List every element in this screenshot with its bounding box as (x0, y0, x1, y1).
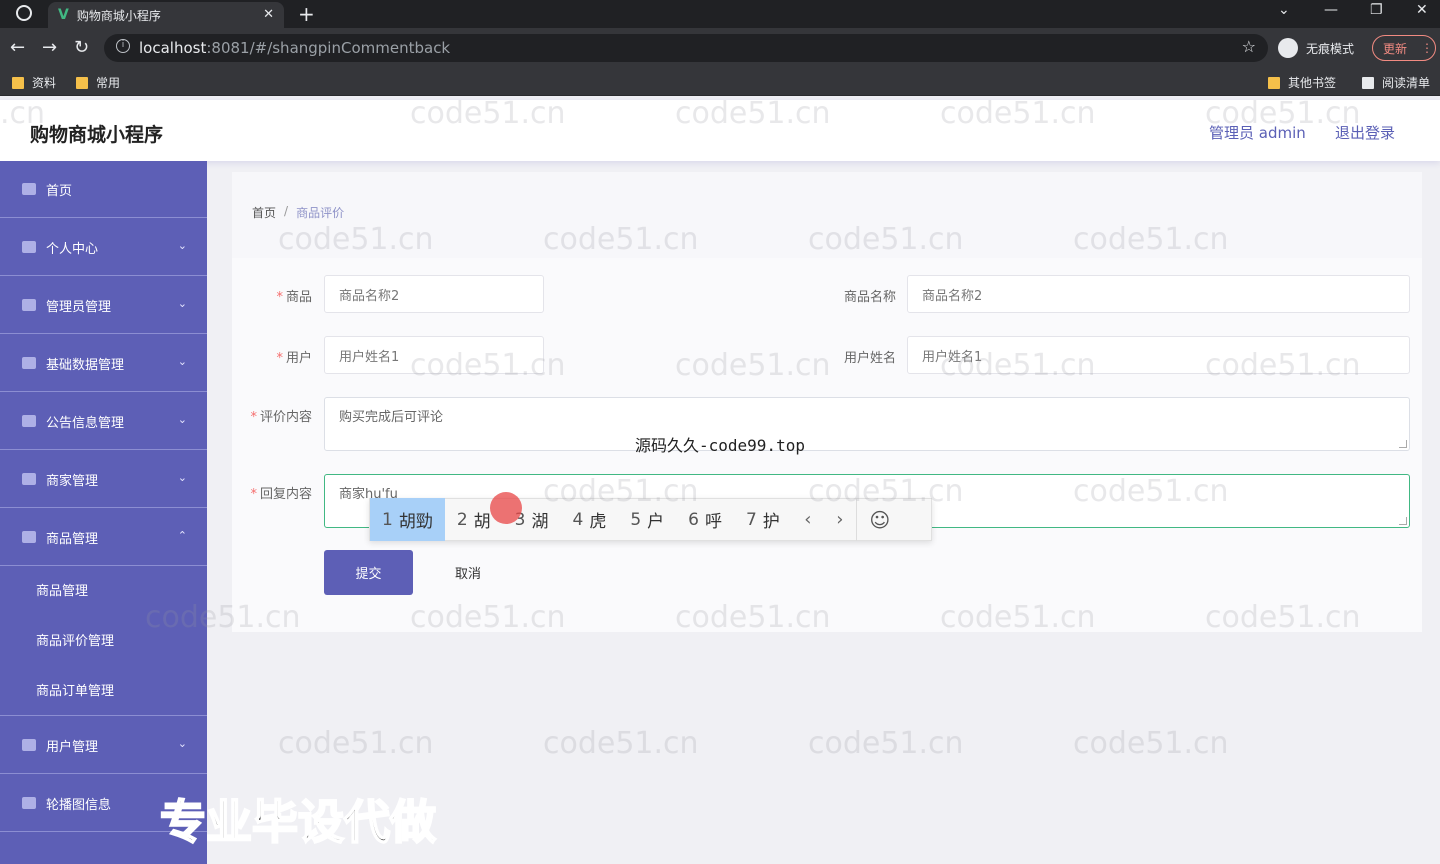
site-info-icon[interactable]: i (116, 39, 130, 53)
ime-candidate-7[interactable]: 7护 (734, 498, 792, 541)
reload-icon[interactable]: ↻ (74, 37, 89, 58)
submenu-goods-orders[interactable]: 商品订单管理 (0, 664, 207, 716)
url-input[interactable]: i localhost:8081/#/shangpinCommentback ☆ (104, 34, 1268, 62)
chevron-up-icon: ⌃ (177, 529, 187, 542)
watermark: code51.cn (543, 726, 699, 761)
chevron-down-icon: ⌄ (177, 239, 187, 252)
sidebar-item-users[interactable]: 用户管理 ⌄ (0, 717, 207, 774)
breadcrumb: 首页 / 商品评价 (252, 204, 344, 221)
user-name-input[interactable]: 用户姓名1 (907, 336, 1410, 374)
notice-icon (22, 415, 36, 427)
bar-chart-icon (22, 531, 36, 543)
user-name-label: 用户姓名 (843, 351, 896, 366)
breadcrumb-current: 商品评价 (296, 206, 345, 220)
reading-list-icon (1362, 76, 1374, 89)
reply-label: * 回复内容 (250, 487, 312, 502)
bookmark-other[interactable]: 其他书签 (1268, 74, 1336, 91)
overlay-banner-text: 专业毕设代做 (159, 794, 437, 850)
sidebar-item-goods[interactable]: 商品管理 ⌃ (0, 509, 207, 566)
breadcrumb-separator: / (284, 204, 289, 218)
folder-icon (12, 76, 24, 89)
admin-icon (22, 299, 36, 311)
watermark: code51.cn (278, 726, 434, 761)
watermark: code51.cn (808, 726, 964, 761)
vue-logo-icon: V (58, 7, 69, 23)
sidebar-item-profile[interactable]: 个人中心 ⌄ (0, 219, 207, 276)
sidebar-item-home[interactable]: 首页 (0, 161, 207, 218)
comment-label: * 评价内容 (250, 410, 312, 425)
chevron-down-icon: ⌄ (177, 297, 187, 310)
forward-icon[interactable]: → (42, 37, 57, 58)
sidebar-item-notices[interactable]: 公告信息管理 ⌄ (0, 393, 207, 450)
incognito-indicator[interactable]: 无痕模式 (1278, 34, 1354, 62)
url-text: localhost:8081/#/shangpinCommentback (139, 39, 451, 57)
incognito-icon (1278, 38, 1298, 58)
overlay-watermark-text: 源码久久-code99.top (635, 436, 805, 455)
watermark: code51.cn (1073, 726, 1229, 761)
goods-select[interactable]: 商品名称2 (324, 275, 544, 313)
chevron-down-icon: ⌄ (177, 413, 187, 426)
minimize-icon[interactable]: — (1324, 2, 1338, 18)
app-header: 购物商城小程序 管理员 admin 退出登录 (0, 100, 1440, 161)
ime-prev-icon[interactable]: ‹ (792, 509, 824, 530)
app-title: 购物商城小程序 (30, 124, 164, 146)
home-icon (22, 183, 36, 195)
goods-name-label: 商品名称 (843, 290, 896, 305)
folder-icon (1268, 76, 1280, 89)
new-tab-button[interactable]: + (298, 2, 315, 26)
user-select[interactable]: 用户姓名1 (324, 336, 544, 374)
resize-handle[interactable] (1399, 517, 1407, 525)
chevron-down-icon: ⌄ (177, 737, 187, 750)
sidebar: 首页 个人中心 ⌄ 管理员管理 ⌄ 基础数据管理 ⌄ 公告信息管理 ⌄ 商家管理 ⌄ 商品… (0, 161, 207, 864)
restore-icon[interactable]: ❐ (1370, 2, 1383, 18)
bookmarks-bar: 资料 常用 其他书签 阅读清单 (0, 68, 1440, 96)
tab-search-icon[interactable]: ⌄ (1278, 2, 1290, 18)
comment-textarea[interactable]: 购买完成后可评论 (324, 397, 1410, 451)
chevron-down-icon: ⌄ (177, 471, 187, 484)
user-icon (22, 241, 36, 253)
users-icon (22, 739, 36, 751)
back-icon[interactable]: ← (10, 37, 25, 58)
chevron-down-icon: ⌄ (177, 355, 187, 368)
ime-candidate-4[interactable]: 4虎 (560, 498, 618, 541)
ime-candidate-1[interactable]: 1 胡勁 (370, 498, 445, 541)
goods-label: * 商品 (276, 290, 312, 305)
ime-next-icon[interactable]: › (824, 509, 856, 530)
browser-menu-icon[interactable] (16, 5, 32, 21)
submenu-goods-manage[interactable]: 商品管理 (0, 564, 207, 614)
goods-name-input[interactable]: 商品名称2 (907, 275, 1410, 313)
bookmark-folder-changyong[interactable]: 常用 (76, 74, 120, 91)
user-label: * 用户 (276, 351, 312, 366)
grid-icon (22, 357, 36, 369)
sidebar-item-basedata[interactable]: 基础数据管理 ⌄ (0, 335, 207, 392)
resize-handle[interactable] (1399, 440, 1407, 448)
browser-tab-bar: V 购物商城小程序 ✕ + ⌄ — ❐ ✕ (0, 0, 1440, 28)
address-bar: ← → ↻ i localhost:8081/#/shangpinComment… (0, 28, 1440, 68)
submit-button[interactable]: 提交 (324, 550, 413, 595)
reading-list[interactable]: 阅读清单 (1362, 74, 1430, 91)
send-icon (22, 797, 36, 809)
ime-candidate-5[interactable]: 5户 (618, 498, 676, 541)
sidebar-item-merchants[interactable]: 商家管理 ⌄ (0, 451, 207, 508)
cancel-button[interactable]: 取消 (440, 550, 496, 595)
folder-icon (76, 76, 88, 89)
bookmark-star-icon[interactable]: ☆ (1242, 37, 1256, 56)
sidebar-item-admins[interactable]: 管理员管理 ⌄ (0, 277, 207, 334)
admin-label: 管理员 admin (1209, 124, 1306, 142)
ime-candidate-bar: 1 胡勁 2胡 3湖 4虎 5户 6呼 7护 ‹ › ☺ (369, 498, 932, 541)
tab-title: 购物商城小程序 (76, 8, 161, 23)
window-close-icon[interactable]: ✕ (1416, 2, 1428, 18)
update-button[interactable]: 更新 ⋮ (1372, 35, 1436, 61)
emoji-icon[interactable]: ☺ (857, 508, 903, 532)
submenu-goods-comment[interactable]: 商品评价管理 (0, 614, 207, 664)
ime-candidate-6[interactable]: 6呼 (676, 498, 734, 541)
merchant-icon (22, 473, 36, 485)
browser-tab[interactable]: V 购物商城小程序 ✕ (48, 2, 284, 28)
tab-close-icon[interactable]: ✕ (263, 7, 274, 22)
breadcrumb-home[interactable]: 首页 (252, 204, 276, 221)
logout-link[interactable]: 退出登录 (1335, 122, 1395, 143)
bookmark-folder-ziliao[interactable]: 资料 (12, 74, 56, 91)
mouse-cursor-indicator (490, 492, 522, 524)
